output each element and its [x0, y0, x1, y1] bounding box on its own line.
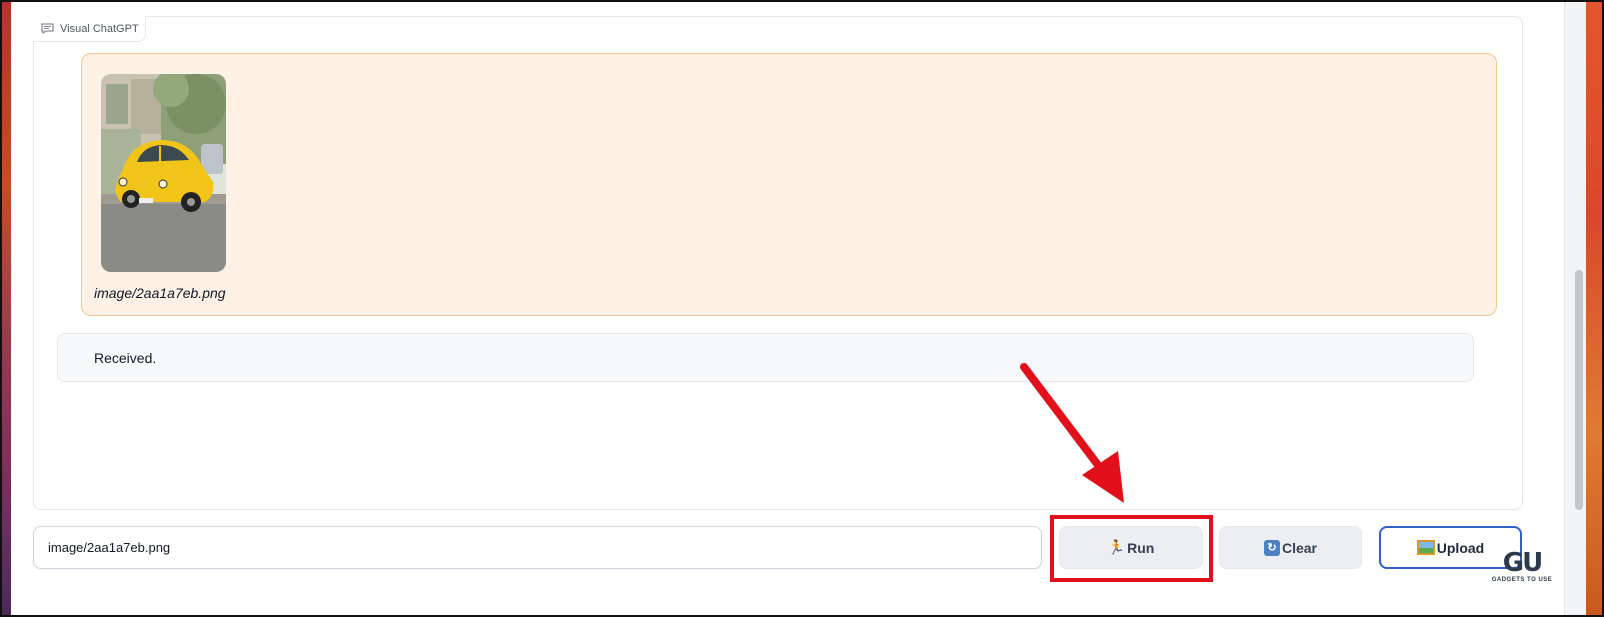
desktop-background-left [2, 2, 11, 615]
picture-icon [1416, 540, 1435, 555]
panel-label-text: Visual ChatGPT [60, 22, 139, 35]
annotation-arrow-icon [1020, 363, 1124, 503]
desktop-background-right [1586, 2, 1602, 615]
scrollbar-thumb[interactable] [1575, 270, 1583, 510]
refresh-icon: ↻ [1263, 539, 1280, 556]
bot-message-text: Received. [94, 349, 157, 366]
upload-button-label: Upload [1436, 539, 1485, 556]
clear-button-label: Clear [1281, 539, 1318, 556]
panel-label: Visual ChatGPT [33, 16, 146, 42]
run-button-label: Run [1127, 539, 1155, 556]
car-image-graphic [101, 74, 226, 272]
bot-message-bubble: Received. [57, 333, 1474, 382]
uploaded-car-image[interactable] [101, 74, 226, 272]
user-message-bubble [81, 53, 1497, 316]
gadgets-to-use-watermark: GU GADGETS TO USE [1492, 549, 1552, 591]
run-button[interactable]: 🏃 Run [1059, 526, 1203, 569]
watermark-tagline: GADGETS TO USE [1491, 577, 1553, 583]
message-input[interactable] [33, 526, 1042, 569]
watermark-logo: GU [1502, 548, 1543, 578]
runner-icon: 🏃 [1107, 539, 1126, 555]
chat-bubble-icon [41, 23, 54, 34]
clear-button[interactable]: ↻ Clear [1219, 526, 1362, 569]
image-caption: image/2aa1a7eb.png [94, 285, 226, 301]
